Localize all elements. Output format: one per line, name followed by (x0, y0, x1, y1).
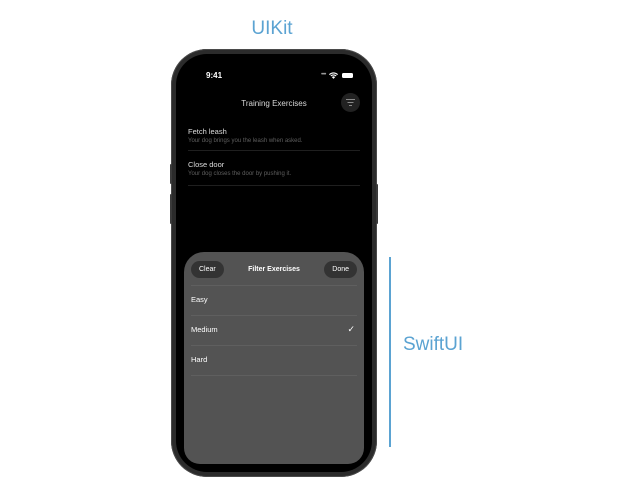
exercise-title: Close door (188, 160, 225, 169)
phone-volume-button (170, 194, 172, 224)
phone-side-button (376, 184, 378, 224)
phone-screen: 9:41 •••• Training Exercises Fetch leash… (176, 54, 372, 472)
swiftui-bracket-line (389, 257, 391, 447)
filter-option-medium[interactable]: Medium ✓ (191, 315, 357, 345)
done-button[interactable]: Done (324, 261, 357, 278)
wifi-icon (329, 71, 339, 79)
swiftui-annotation-label: SwiftUI (403, 334, 464, 355)
phone-frame: 9:41 •••• Training Exercises Fetch leash… (170, 49, 378, 477)
filter-option-label: Hard (191, 355, 208, 364)
list-item[interactable]: Close door Your dog closes the door by p… (188, 160, 360, 186)
filter-option-easy[interactable]: Easy (191, 285, 357, 315)
exercise-subtitle: Your dog closes the door by pushing it. (188, 171, 292, 177)
filter-option-label: Easy (191, 295, 208, 304)
exercise-subtitle: Your dog brings you the leash when asked… (188, 138, 303, 144)
battery-icon (342, 72, 354, 78)
filter-option-label: Medium (191, 325, 218, 334)
status-time: 9:41 (206, 71, 223, 80)
page: UIKit 9:41 •••• Training Exercises Fetch… (0, 0, 620, 498)
filter-lines-icon (346, 99, 355, 106)
filter-option-hard[interactable]: Hard (191, 345, 357, 376)
exercise-title: Fetch leash (188, 127, 227, 136)
uikit-annotation-label: UIKit (251, 18, 293, 39)
status-icons: •••• (321, 70, 354, 80)
list-item[interactable]: Fetch leash Your dog brings you the leas… (188, 127, 360, 151)
phone-volume-button (170, 164, 172, 184)
filter-button[interactable] (341, 93, 360, 112)
checkmark-icon: ✓ (347, 324, 355, 334)
filter-sheet: Clear Filter Exercises Done Easy Medium … (184, 252, 364, 464)
signal-dots-icon: •••• (321, 72, 327, 78)
